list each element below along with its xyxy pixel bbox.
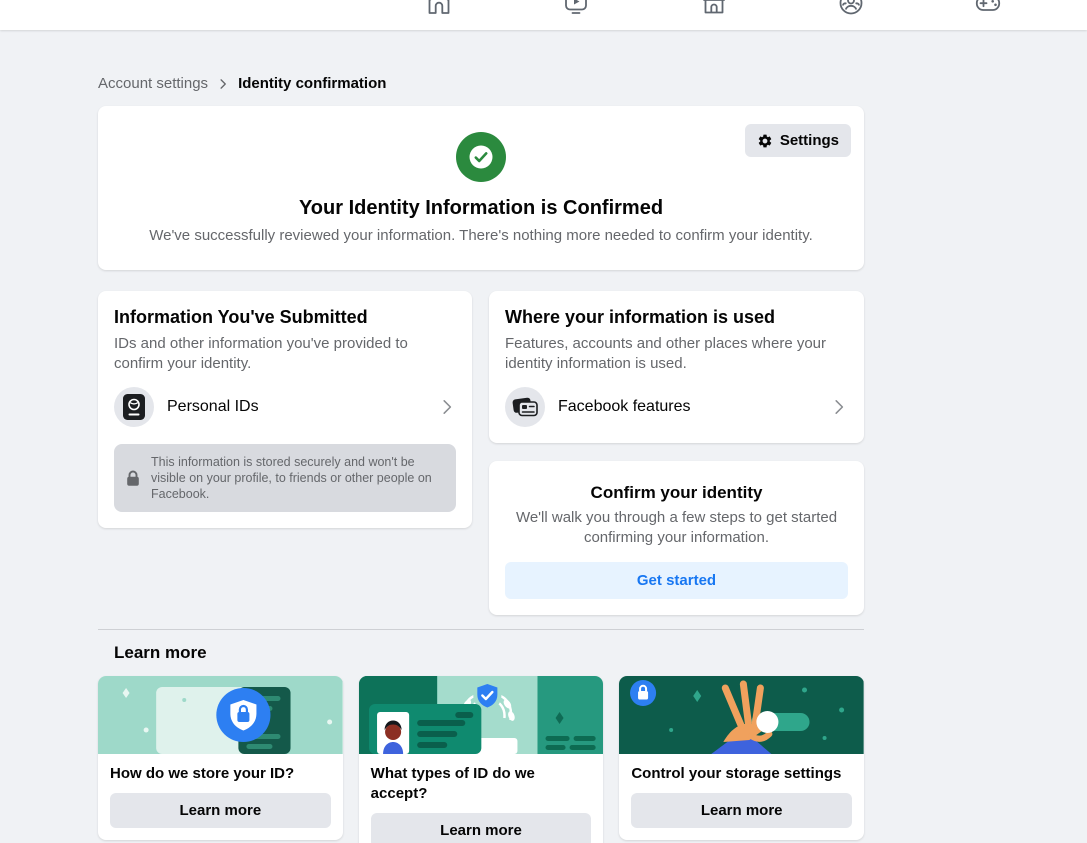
confirm-identity-card: Confirm your identity We'll walk you thr… xyxy=(489,461,864,615)
learn-card-id-types[interactable]: What types of ID do we accept? Learn mor… xyxy=(359,676,604,843)
gear-icon xyxy=(757,133,773,149)
chevron-right-icon xyxy=(438,398,456,416)
confirm-card-subtitle: We'll walk you through a few steps to ge… xyxy=(505,508,848,548)
id-cards-icon xyxy=(505,387,545,427)
learn-card-title: What types of ID do we accept? xyxy=(371,764,592,804)
section-divider xyxy=(98,629,864,630)
privacy-note: This information is stored securely and … xyxy=(114,444,456,512)
status-subtitle: We've successfully reviewed your informa… xyxy=(128,226,834,246)
groups-icon[interactable] xyxy=(837,0,865,17)
learn-card-title: Control your storage settings xyxy=(631,764,852,784)
learn-more-heading: Learn more xyxy=(98,643,864,663)
passport-icon xyxy=(114,387,154,427)
learn-more-button[interactable]: Learn more xyxy=(631,793,852,828)
settings-button-label: Settings xyxy=(780,132,839,149)
personal-ids-label: Personal IDs xyxy=(167,398,259,416)
lock-icon xyxy=(126,470,140,487)
breadcrumb-current: Identity confirmation xyxy=(238,75,386,92)
watch-video-icon[interactable] xyxy=(562,0,590,17)
submitted-card-subtitle: IDs and other information you've provide… xyxy=(114,334,456,374)
store-id-illustration-icon xyxy=(98,676,343,754)
usage-card-title: Where your information is used xyxy=(505,307,848,328)
get-started-button[interactable]: Get started xyxy=(505,562,848,599)
breadcrumb-account-settings[interactable]: Account settings xyxy=(98,75,208,92)
chevron-right-icon xyxy=(830,398,848,416)
submitted-info-card: Information You've Submitted IDs and oth… xyxy=(98,291,472,528)
learn-more-button[interactable]: Learn more xyxy=(110,793,331,828)
chevron-right-icon xyxy=(217,78,229,90)
status-title: Your Identity Information is Confirmed xyxy=(114,197,848,220)
confirmed-check-icon xyxy=(456,132,506,182)
submitted-card-title: Information You've Submitted xyxy=(114,307,456,328)
learn-more-button[interactable]: Learn more xyxy=(371,813,592,843)
settings-button[interactable]: Settings xyxy=(745,124,851,157)
facebook-features-label: Facebook features xyxy=(558,398,691,416)
usage-info-card: Where your information is used Features,… xyxy=(489,291,864,443)
id-types-illustration-icon xyxy=(359,676,604,754)
learn-card-store-id[interactable]: How do we store your ID? Learn more xyxy=(98,676,343,840)
marketplace-icon[interactable] xyxy=(700,0,728,17)
storage-settings-illustration-icon xyxy=(619,676,864,754)
breadcrumb: Account settings Identity confirmation xyxy=(98,30,864,92)
facebook-features-row[interactable]: Facebook features xyxy=(505,387,848,427)
confirm-card-title: Confirm your identity xyxy=(505,483,848,503)
gaming-icon[interactable] xyxy=(974,0,1002,17)
personal-ids-row[interactable]: Personal IDs xyxy=(114,387,456,427)
home-icon[interactable] xyxy=(425,0,453,17)
learn-card-title: How do we store your ID? xyxy=(110,764,331,784)
learn-card-storage-settings[interactable]: Control your storage settings Learn more xyxy=(619,676,864,840)
main-content: Account settings Identity confirmation S… xyxy=(98,30,864,843)
identity-confirmed-card: Settings Your Identity Information is Co… xyxy=(98,106,864,270)
privacy-note-text: This information is stored securely and … xyxy=(151,454,444,502)
usage-card-subtitle: Features, accounts and other places wher… xyxy=(505,334,848,374)
top-navbar xyxy=(0,0,1087,30)
